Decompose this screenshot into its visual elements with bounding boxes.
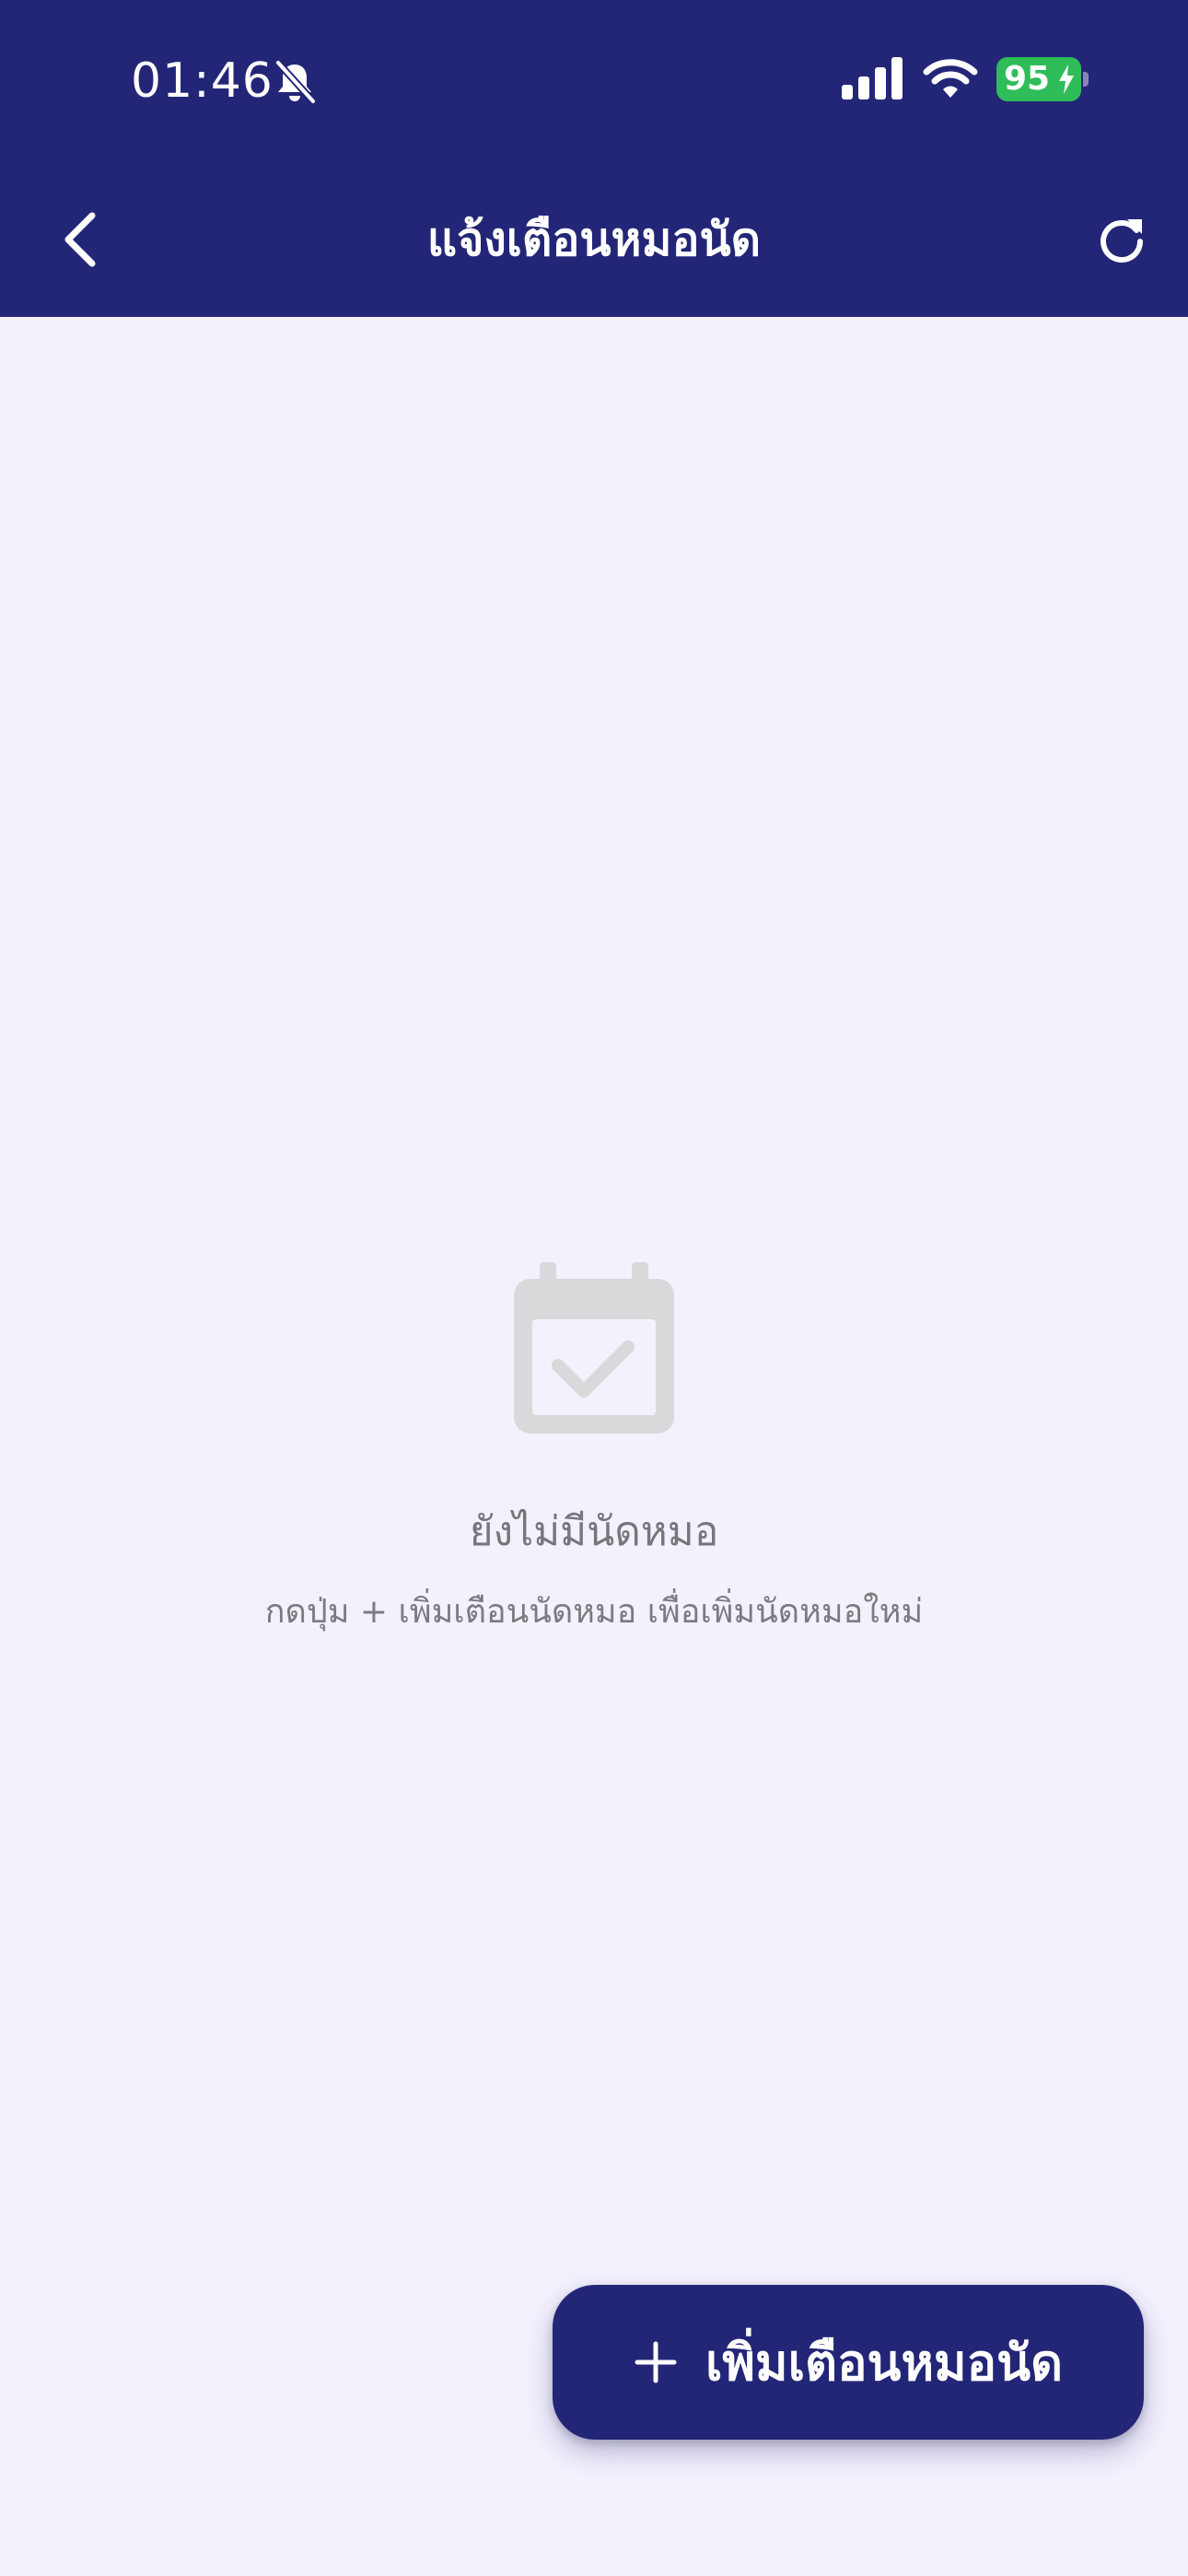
back-button[interactable] [46, 203, 112, 276]
empty-state-hint: กดปุ่ม + เพิ่มเตือนนัดหมอ เพื่อเพิ่มนัดห… [264, 1593, 924, 1631]
battery-icon: 95 [996, 57, 1081, 101]
chevron-left-icon [64, 212, 96, 267]
refresh-icon [1101, 219, 1143, 263]
page-title: แจ้งเตือนหมอนัด [426, 213, 762, 266]
wifi-icon [923, 59, 978, 98]
app-header: 01:46 95 แจ้งเตือนหมอนัด [0, 0, 1188, 317]
add-appointment-reminder-button[interactable]: เพิ่มเตือนหมอนัด [553, 2285, 1144, 2440]
empty-state-title: ยังไม่มีนัดหมอ [469, 1508, 719, 1555]
add-appointment-reminder-label: เพิ่มเตือนหมอนัด [705, 2334, 1064, 2392]
status-time: 01:46 [131, 53, 274, 109]
plus-icon [635, 2341, 677, 2383]
bell-slash-icon [274, 59, 317, 105]
refresh-button[interactable] [1087, 205, 1157, 275]
calendar-check-icon [514, 1262, 674, 1434]
charging-bolt-icon [1059, 64, 1074, 94]
cellular-signal-icon [842, 57, 903, 100]
battery-cap [1083, 72, 1089, 87]
battery-level: 95 [1004, 60, 1051, 98]
